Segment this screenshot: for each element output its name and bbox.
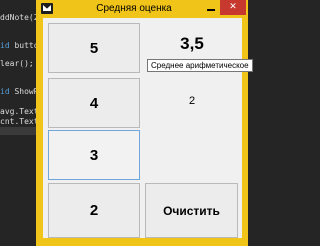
grade-2-label: 2	[89, 202, 99, 219]
average-tooltip: Среднее арифметическое	[147, 59, 253, 72]
clear-label: Очистить	[163, 203, 220, 218]
grade-3-button[interactable]: 3	[48, 130, 140, 180]
close-button[interactable]: ✕	[220, 0, 246, 15]
app-icon	[41, 3, 53, 14]
client-area: 5 4 3 2 Очистить 3,5 2	[43, 18, 242, 238]
grade-5-label: 5	[89, 39, 99, 57]
grade-4-button[interactable]: 4	[48, 78, 140, 128]
code-line: lear();	[0, 59, 34, 68]
minimize-button[interactable]	[202, 0, 220, 15]
clear-button[interactable]: Очистить	[145, 183, 238, 238]
window-title: Средняя оценка	[96, 3, 172, 14]
title-bar[interactable]: Средняя оценка ✕	[36, 0, 248, 18]
close-icon: ✕	[229, 2, 237, 12]
grade-5-button[interactable]: 5	[48, 23, 140, 73]
grade-2-button[interactable]: 2	[48, 183, 140, 238]
app-window: Средняя оценка ✕ 5 4 3 2 Очистить 3,5 2	[36, 0, 248, 246]
grade-4-label: 4	[89, 94, 99, 112]
average-value: 3,5	[180, 34, 204, 53]
grade-3-label: 3	[89, 146, 99, 164]
count-value: 2	[188, 95, 196, 107]
